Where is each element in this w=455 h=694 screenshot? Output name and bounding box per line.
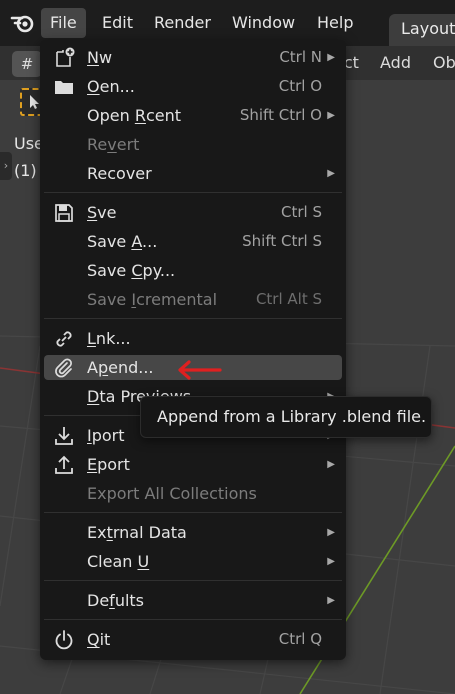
menu-item-defaults[interactable]: Defults ▶ [44,588,342,613]
menu-item-label: Save Icremental [87,290,218,309]
shortcut-label: Ctrl S [281,203,322,221]
menu-item-save-copy[interactable]: Save Cpy... [44,258,342,283]
menu-item-label: Export All Collections [87,484,257,503]
paperclip-icon [55,358,72,378]
shortcut-label: Ctrl N [279,48,322,66]
menu-item-label: Revert [87,135,140,154]
tab-layout[interactable]: Layout [389,14,455,46]
menu-separator [44,580,342,581]
append-tooltip: Append from a Library .blend file. [140,396,432,438]
submenu-arrow-icon: ▶ [327,527,335,538]
shortcut-label: Shift Ctrl S [242,232,322,250]
menu-item-label: Apend... [87,358,154,377]
menu-item-label: Recover [87,164,152,183]
submenu-arrow-icon: ▶ [327,110,335,121]
menu-item-external-data[interactable]: Extrnal Data ▶ [44,520,342,545]
menu-item-label: Nw [87,48,113,67]
blender-logo-icon[interactable] [10,12,36,34]
menu-item-clean-up[interactable]: Clean U ▶ [44,549,342,574]
menu-item-open-recent[interactable]: Open Rcent Shift Ctrl O ▶ [44,103,342,128]
menu-item-label: Open Rcent [87,106,182,125]
menu-item-quit[interactable]: Qit Ctrl Q [44,627,342,652]
shortcut-label: Shift Ctrl O [239,106,322,124]
menu-item-label: Clean U [87,552,150,571]
folder-icon [55,81,73,94]
viewport-menu-add[interactable]: Add [380,52,411,74]
menu-item-label: Save A... [87,232,158,251]
new-file-icon [56,47,75,67]
menu-item-export-all-collections: Export All Collections [44,481,342,506]
power-icon [55,630,73,650]
save-icon [55,204,73,222]
menu-item-revert: Revert [44,132,342,157]
menu-separator [44,619,342,620]
shortcut-label: Ctrl O [278,77,322,95]
menu-item-link[interactable]: Lnk... [44,326,342,351]
menu-item-label: Iport [87,426,125,445]
menu-item-label: Eport [87,455,130,474]
menu-render[interactable]: Render [145,8,220,38]
collection-label: (1) [14,161,37,180]
annotation-arrow-icon [178,360,222,380]
menu-item-label: Defults [87,591,145,610]
menu-item-label: Sve [87,203,117,222]
shortcut-label: Ctrl Alt S [255,290,322,308]
menu-edit[interactable]: Edit [93,8,142,38]
menu-item-label: Save Cpy... [87,261,176,280]
menu-item-save[interactable]: Sve Ctrl S [44,200,342,225]
submenu-arrow-icon: ▶ [327,556,335,567]
menu-item-label: Oen... [87,77,135,96]
menu-item-label: Lnk... [87,329,131,348]
link-icon [56,331,72,347]
menu-item-new[interactable]: Nw Ctrl N ▶ [44,45,342,70]
shortcut-label: Ctrl Q [278,630,322,648]
menu-item-export[interactable]: Eport ▶ [44,452,342,477]
submenu-arrow-icon: ▶ [327,595,335,606]
menu-file[interactable]: File [41,8,86,38]
file-menu: Nw Ctrl N ▶ Oen... Ctrl O Open Rcent Shi… [40,40,346,660]
menu-item-recover[interactable]: Recover ▶ [44,161,342,186]
menu-item-label: Extrnal Data [87,523,187,542]
submenu-arrow-icon: ▶ [327,52,335,63]
menu-help[interactable]: Help [308,8,362,38]
menu-window[interactable]: Window [223,8,304,38]
chevron-right-icon: › [3,159,9,172]
viewport-menu-object[interactable]: Ob [433,52,455,74]
menu-separator [44,512,342,513]
menu-item-save-as[interactable]: Save A... Shift Ctrl S [44,229,342,254]
editor-type-button[interactable]: # [12,51,42,77]
menu-item-open[interactable]: Oen... Ctrl O [44,74,342,99]
menu-item-save-incremental: Save Icremental Ctrl Alt S [44,287,342,312]
import-icon [55,427,73,445]
submenu-arrow-icon: ▶ [327,459,335,470]
menu-separator [44,192,342,193]
editor-type-icon: # [20,55,34,73]
menu-item-label: Qit [87,630,111,649]
submenu-arrow-icon: ▶ [327,168,335,179]
menu-separator [44,318,342,319]
sidebar-toggle[interactable]: › [0,152,12,180]
export-icon [55,455,73,474]
